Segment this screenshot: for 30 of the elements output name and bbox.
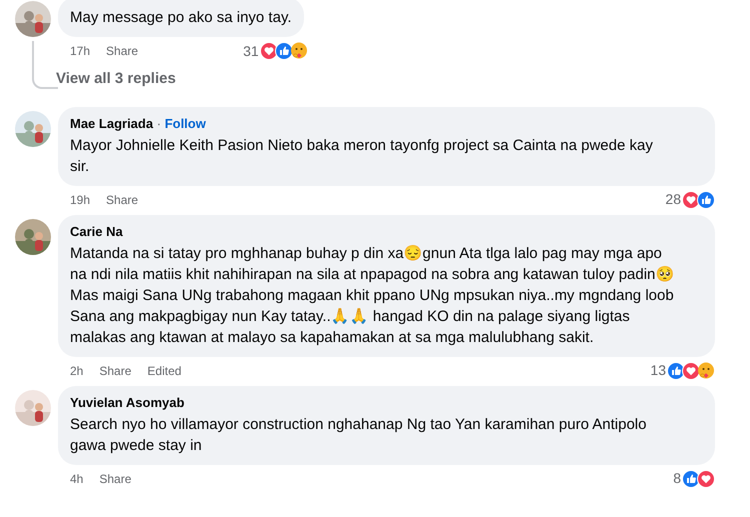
follow-link[interactable]: · Follow xyxy=(153,114,206,132)
comment-text: Search nyo ho villamayor construction nghahanap Ng tao Yan karamihan puro Antipolo gawa pwede stay in xyxy=(70,414,648,456)
author-name[interactable]: Mae Lagriada xyxy=(70,114,154,132)
share-link[interactable]: Share xyxy=(99,362,132,380)
share-link[interactable]: Share xyxy=(106,42,138,60)
separator-dot: · xyxy=(156,116,162,130)
view-replies-link[interactable]: View all 3 replies xyxy=(56,68,176,90)
comment-text: May message po ako sa inyo tay. xyxy=(70,8,292,28)
heart-reaction-icon xyxy=(697,470,715,488)
hugging-face-reaction-icon xyxy=(697,362,715,380)
share-link[interactable]: Share xyxy=(99,470,132,488)
author-name[interactable]: Yuvielan Asomyab xyxy=(70,394,184,412)
comment-text: Mayor Johnielle Keith Pasion Nieto baka meron tayonfg project sa Cainta na pwede kay sir. xyxy=(70,136,654,176)
comment-time[interactable]: 19h xyxy=(70,190,90,208)
reaction-count[interactable]: 8 xyxy=(673,468,681,489)
comment-time[interactable]: 17h xyxy=(70,42,90,60)
edited-label: Edited xyxy=(147,362,182,380)
thumbs-up-reaction-icon xyxy=(274,42,293,60)
share-link[interactable]: Share xyxy=(106,190,138,208)
comment-time[interactable]: 4h xyxy=(70,470,84,488)
reaction-count[interactable]: 13 xyxy=(650,360,666,381)
author-name[interactable]: Carie Na xyxy=(70,222,123,240)
hugging-face-reaction-icon xyxy=(290,42,308,60)
comment-time[interactable]: 2h xyxy=(70,362,84,380)
thumbs-up-reaction-icon xyxy=(697,190,715,208)
comment-text: Matanda na si tatay pro mghhanap buhay p din xa😔gnun Ata tlga lalo pag may mga apo na ndi nila matiis khit nahihirapan na sila at npapagod na sobra ang katawan tuloy padin🥺 Mas maigi Sana UNg trabahong magaan khit ppano UNg mpsukan niya..my mgndang loob Sana ang makpagbigay nun Kay tatay..🙏🙏 hangad KO din na palage siyang ligtas malakas ang ktawan at malayo sa kapahamakan at sa mga malulubhang sakit. xyxy=(70,244,675,348)
reaction-count[interactable]: 31 xyxy=(243,40,259,62)
heart-reaction-icon xyxy=(682,362,700,380)
reaction-count[interactable]: 28 xyxy=(665,189,681,210)
thread-line xyxy=(32,41,58,89)
